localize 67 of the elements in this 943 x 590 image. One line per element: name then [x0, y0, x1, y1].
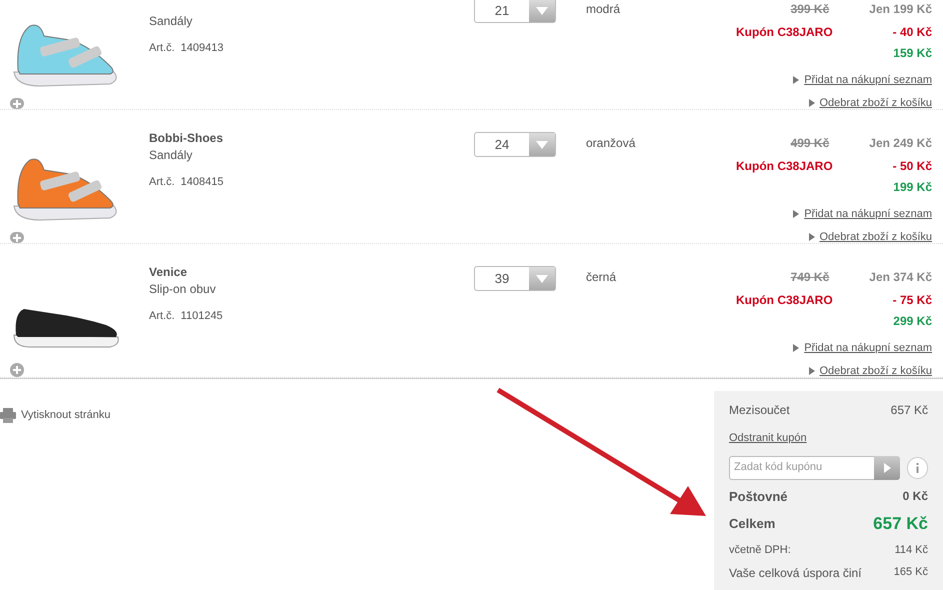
product-category: Sandály — [149, 13, 194, 30]
triangle-icon — [793, 210, 800, 218]
sale-price: Jen 374 Kč — [869, 269, 932, 286]
print-page-link[interactable]: Vytisknout stránku — [21, 407, 110, 424]
quantity-select[interactable]: 24 — [474, 132, 556, 157]
remove-item-link[interactable]: Odebrat zboží z košíku — [820, 362, 932, 379]
zoom-icon[interactable] — [10, 363, 24, 377]
remove-item-link[interactable]: Odebrat zboží z košíku — [820, 228, 932, 245]
color-name: černá — [586, 270, 616, 284]
caret-icon — [536, 274, 548, 282]
product-name[interactable]: Bobbi-Shoes — [149, 131, 223, 145]
triangle-icon — [808, 232, 814, 241]
play-icon — [884, 462, 890, 472]
add-to-list-link[interactable]: Přidat na nákupní seznam — [804, 72, 932, 88]
article-label: Art.č. — [149, 175, 175, 190]
shipping-value: 0 Kč — [902, 488, 928, 504]
triangle-icon — [808, 98, 814, 107]
printer-icon — [0, 408, 16, 423]
vat-label: včetně DPH: — [729, 542, 791, 558]
total-label: Celkem — [729, 515, 776, 533]
quantity-select[interactable]: 39 — [474, 266, 556, 291]
triangle-icon — [808, 366, 814, 375]
shipping-label: Poštovné — [729, 488, 788, 506]
article-number: 1101245 — [180, 309, 223, 324]
triangle-icon — [793, 76, 800, 84]
subtotal-label: Mezisoučet — [729, 402, 790, 419]
remove-item-link[interactable]: Odebrat zboží z košíku — [820, 94, 932, 111]
discount-amount: - 75 Kč — [892, 292, 932, 309]
product-name[interactable]: Venice — [149, 265, 188, 279]
color-name: modrá — [586, 2, 620, 16]
old-price: 499 Kč — [790, 135, 830, 152]
savings-label: Vaše celková úspora činí — [729, 565, 862, 582]
old-price: 749 Kč — [790, 269, 830, 286]
add-to-list-link[interactable]: Přidat na nákupní seznam — [804, 340, 932, 356]
subtotal-value: 657 Kč — [890, 402, 928, 419]
article-label: Art.č. — [149, 309, 175, 324]
final-price: 199 Kč — [893, 179, 932, 196]
coupon-label: Kupón C38JARO — [736, 158, 833, 175]
remove-coupon-link[interactable]: Odstranit kupón — [729, 432, 807, 444]
article-label: Art.č. — [149, 41, 175, 56]
zoom-icon[interactable] — [10, 232, 24, 243]
caret-icon — [536, 140, 548, 148]
savings-value: 165 Kč — [894, 565, 928, 580]
discount-amount: - 40 Kč — [892, 24, 932, 41]
final-price: 299 Kč — [893, 313, 932, 330]
product-category: Slip-on obuv — [149, 281, 217, 298]
color-name: oranžová — [586, 136, 636, 150]
caret-icon — [536, 6, 548, 14]
triangle-icon — [793, 344, 800, 352]
vat-value: 114 Kč — [894, 542, 928, 558]
add-to-list-link[interactable]: Přidat na nákupní seznam — [804, 206, 932, 222]
zoom-icon[interactable] — [10, 98, 24, 109]
article-number: 1408415 — [180, 175, 224, 190]
submit-coupon-button[interactable] — [874, 456, 900, 480]
sale-price: Jen 199 Kč — [869, 1, 932, 18]
product-category: Sandály — [149, 147, 194, 164]
info-icon[interactable] — [907, 456, 928, 478]
quantity-select[interactable]: 21 — [474, 0, 556, 23]
old-price: 399 Kč — [790, 1, 830, 18]
coupon-label: Kupón C38JARO — [736, 24, 833, 41]
coupon-code-field[interactable]: Zadat kód kupónu — [729, 456, 874, 480]
total-value: 657 Kč — [873, 513, 928, 535]
final-price: 159 Kč — [893, 45, 932, 62]
sale-price: Jen 249 Kč — [869, 135, 932, 152]
discount-amount: - 50 Kč — [892, 158, 932, 175]
article-number: 1409413 — [180, 41, 224, 56]
coupon-label: Kupón C38JARO — [736, 292, 833, 309]
